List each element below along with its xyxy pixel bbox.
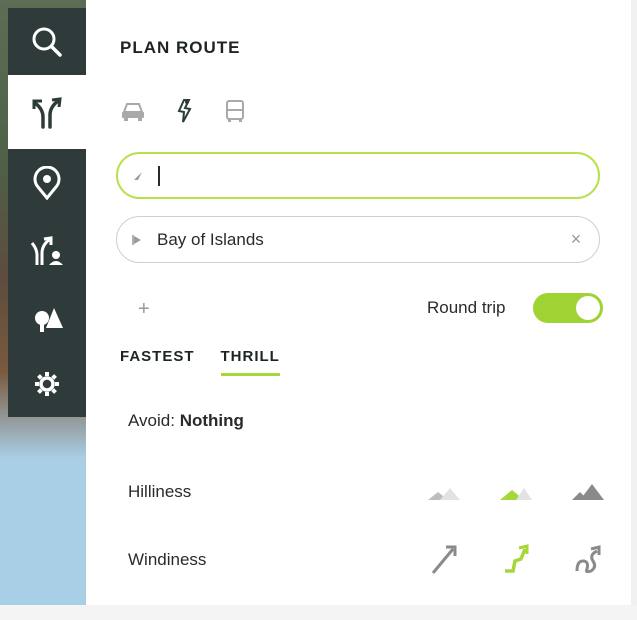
user-route-icon (30, 233, 64, 267)
car-mode-button[interactable] (120, 100, 146, 126)
hilliness-low-option[interactable] (426, 476, 462, 512)
windiness-high-option[interactable] (570, 542, 606, 578)
page-title: PLAN ROUTE (120, 38, 241, 57)
motorcycle-icon (173, 98, 195, 129)
arrow-icon (118, 171, 158, 181)
hills-high-icon (570, 482, 606, 507)
destination-input[interactable] (157, 229, 561, 250)
windiness-label: Windiness (128, 550, 207, 569)
windiness-options (426, 542, 606, 578)
tab-fastest[interactable]: FASTEST (120, 348, 195, 376)
hills-low-icon (426, 482, 462, 507)
sidebar (8, 8, 86, 458)
map-layers-icon (30, 300, 64, 334)
round-trip-label: Round trip (427, 298, 506, 317)
avoid-label: Avoid: (128, 411, 175, 430)
round-trip-toggle[interactable] (533, 293, 603, 323)
sidebar-item-search[interactable] (8, 8, 86, 75)
map-bottom-strip (0, 605, 637, 620)
route-icon (30, 95, 64, 129)
car-icon (120, 100, 146, 127)
avoid-selector[interactable]: Avoid: Nothing (128, 411, 244, 431)
sidebar-item-plan-route[interactable] (8, 75, 86, 149)
motorcycle-mode-button[interactable] (171, 98, 197, 129)
hilliness-medium-option[interactable] (498, 476, 534, 512)
sidebar-item-map-style[interactable] (8, 283, 86, 350)
location-pin-icon (30, 165, 64, 200)
hilliness-high-option[interactable] (570, 476, 606, 512)
bus-mode-button[interactable] (222, 99, 248, 128)
plan-route-panel: PLAN ROUTE × + Round t (86, 8, 616, 605)
winding-road-icon (573, 541, 603, 580)
sidebar-item-places[interactable] (8, 149, 86, 216)
sidebar-item-settings[interactable] (8, 350, 86, 417)
windiness-low-option[interactable] (426, 542, 462, 578)
hills-medium-icon (498, 482, 534, 507)
hilliness-options (426, 476, 606, 512)
start-location-field[interactable] (116, 152, 600, 199)
route-type-tabs: FASTEST THRILL (120, 348, 280, 376)
add-waypoint-button[interactable]: + (138, 298, 150, 321)
hilliness-label: Hilliness (128, 482, 192, 501)
sidebar-item-my-routes[interactable] (8, 216, 86, 283)
start-location-input[interactable] (160, 165, 598, 186)
windiness-medium-option[interactable] (498, 542, 534, 578)
map-edge (631, 0, 637, 620)
clear-destination-button[interactable]: × (561, 225, 591, 255)
flag-icon (117, 234, 157, 246)
destination-field[interactable]: × (116, 216, 600, 263)
straight-road-icon (429, 541, 459, 580)
curvy-road-icon (501, 541, 531, 580)
bus-icon (224, 99, 246, 128)
travel-mode-selector (120, 98, 248, 129)
search-icon (30, 25, 64, 59)
avoid-value: Nothing (179, 411, 244, 430)
gear-icon (33, 370, 61, 398)
toggle-knob (576, 296, 600, 320)
tab-thrill[interactable]: THRILL (220, 348, 280, 376)
